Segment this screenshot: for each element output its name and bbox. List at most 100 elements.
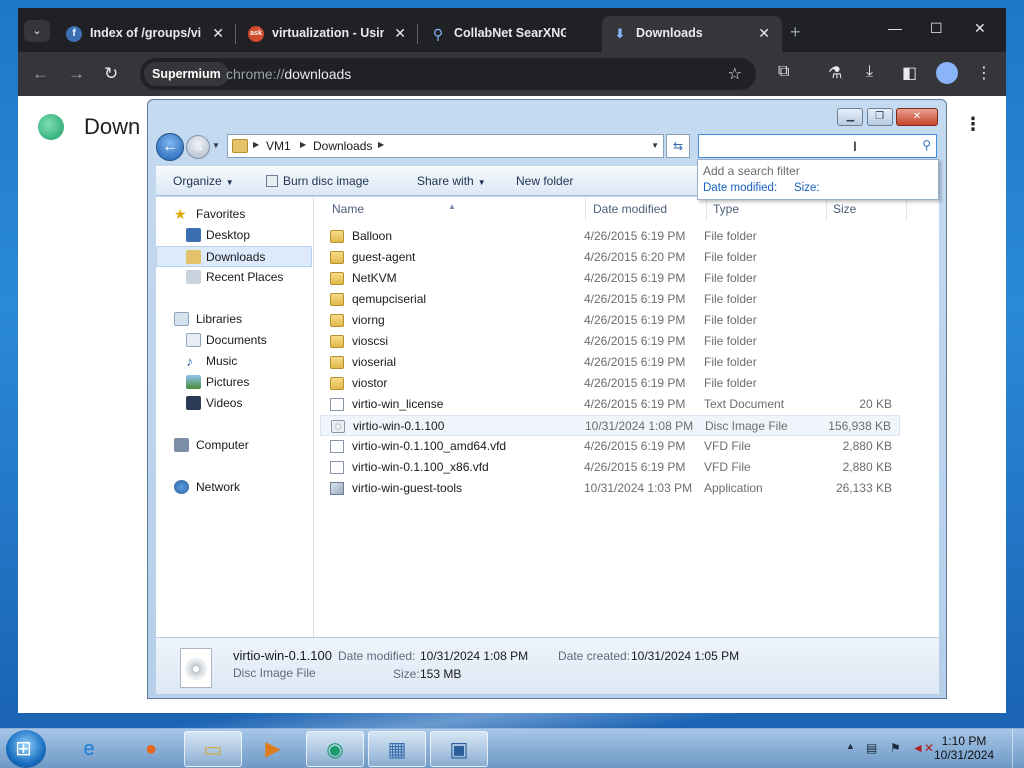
reload-icon[interactable]: ↻: [104, 64, 118, 84]
nav-downloads[interactable]: Downloads: [156, 246, 312, 267]
media-player-icon[interactable]: ▶: [244, 731, 302, 767]
filter-date-modified[interactable]: Date modified:: [703, 182, 777, 194]
network-tray-icon[interactable]: ▤: [866, 741, 877, 755]
supermium-taskbar-icon[interactable]: ◉: [306, 731, 364, 767]
folder-file-icon: [330, 251, 344, 264]
file-row[interactable]: vioserial 4/26/2015 6:19 PM File folder: [320, 352, 900, 373]
file-row[interactable]: virtio-win-0.1.100_x86.vfd 4/26/2015 6:19…: [320, 457, 900, 478]
maximize-icon[interactable]: ❐: [866, 108, 893, 126]
file-row[interactable]: virtio-win_license 4/26/2015 6:19 PM Text …: [320, 394, 900, 415]
recent-pages-dropdown-icon[interactable]: ▼: [212, 141, 220, 150]
search-input[interactable]: I ⚲: [698, 134, 937, 158]
nav-label: Favorites: [196, 207, 246, 221]
address-dropdown-icon[interactable]: ▼: [651, 141, 659, 150]
nav-music[interactable]: ♪ Music: [156, 351, 312, 372]
doc-file-icon: [330, 440, 344, 453]
file-row[interactable]: virtio-win-guest-tools 10/31/2024 1:03 PM…: [320, 478, 900, 499]
close-icon[interactable]: ✕: [394, 25, 406, 42]
file-row[interactable]: virtio-win-0.1.100_amd64.vfd 4/26/2015 6:…: [320, 436, 900, 457]
show-desktop-button[interactable]: [1012, 729, 1024, 768]
tab-downloads[interactable]: ⬇ Downloads ✕: [602, 16, 782, 52]
close-icon[interactable]: ✕: [212, 25, 224, 42]
file-row[interactable]: qemupciserial 4/26/2015 6:19 PM File folde…: [320, 289, 900, 310]
file-row[interactable]: guest-agent 4/26/2015 6:20 PM File folder: [320, 247, 900, 268]
nav-libraries[interactable]: Libraries: [156, 309, 312, 330]
forward-arrow-icon[interactable]: →: [186, 135, 210, 159]
nav-pictures[interactable]: Pictures: [156, 372, 312, 393]
menu-dots-icon[interactable]: ⋮: [976, 63, 992, 83]
breadcrumb-vm1[interactable]: VM1: [266, 139, 291, 153]
downloads-icon[interactable]: ⤓: [866, 63, 873, 81]
minimize-icon[interactable]: —: [888, 20, 902, 36]
minimize-icon[interactable]: ▁: [837, 108, 864, 126]
tab-virtualization[interactable]: ask virtualization - Using ✕: [238, 16, 418, 52]
action-center-flag-icon[interactable]: ⚑: [890, 741, 901, 755]
refresh-icon[interactable]: ⇆: [666, 134, 690, 158]
extensions-icon[interactable]: ⧉: [778, 63, 789, 81]
share-with-button[interactable]: Share with ▼: [417, 174, 486, 188]
burn-disc-image-button[interactable]: Burn disc image: [266, 174, 369, 188]
file-row[interactable]: NetKVM 4/26/2015 6:19 PM File folder: [320, 268, 900, 289]
column-header-type[interactable]: Type: [707, 197, 827, 221]
remote-desktop-icon[interactable]: ▣: [430, 731, 488, 767]
profile-avatar-icon[interactable]: [936, 62, 958, 84]
nav-documents[interactable]: Documents: [156, 330, 312, 351]
close-window-icon[interactable]: ✕: [974, 20, 986, 37]
file-row[interactable]: virtio-win-0.1.100 10/31/2024 1:08 PM Disc…: [320, 415, 900, 436]
forward-icon[interactable]: →: [68, 64, 85, 84]
system-clock[interactable]: 1:10 PM 10/31/2024: [934, 734, 994, 762]
show-hidden-icons-icon[interactable]: ▲: [846, 741, 855, 751]
search-icon[interactable]: ⚲: [922, 138, 931, 152]
nav-favorites[interactable]: ★ Favorites: [156, 204, 312, 225]
file-date: 4/26/2015 6:20 PM: [584, 250, 686, 264]
tab-fedora-index[interactable]: f Index of /groups/virt ✕: [56, 16, 236, 52]
firefox-icon[interactable]: ●: [122, 731, 180, 767]
column-header-date[interactable]: Date modified: [587, 197, 707, 221]
nav-recent-places[interactable]: Recent Places: [156, 267, 312, 288]
doc-file-icon: [330, 461, 344, 474]
back-arrow-icon[interactable]: ←: [156, 133, 184, 161]
file-name: Balloon: [352, 229, 393, 243]
column-header-size[interactable]: Size: [827, 197, 907, 221]
new-folder-button[interactable]: New folder: [516, 174, 573, 188]
page-menu-icon[interactable]: ⋮: [964, 114, 982, 135]
file-explorer-icon[interactable]: ▭: [184, 731, 242, 767]
tab-search-button[interactable]: ⌄: [24, 20, 50, 42]
volume-muted-icon[interactable]: ◄✕: [912, 741, 934, 755]
internet-explorer-icon[interactable]: e: [60, 731, 118, 767]
back-icon[interactable]: ←: [32, 64, 49, 84]
details-created-value: 10/31/2024 1:05 PM: [631, 649, 740, 663]
file-row[interactable]: vioscsi 4/26/2015 6:19 PM File folder: [320, 331, 900, 352]
navigation-pane: ★ Favorites Desktop Downloads Recent Pla…: [156, 197, 314, 637]
breadcrumb-arrow-icon[interactable]: ▶: [300, 140, 306, 149]
browser-chip: Supermium: [144, 62, 229, 86]
file-row[interactable]: Balloon 4/26/2015 6:19 PM File folder: [320, 226, 900, 247]
computer-icon: [174, 438, 189, 452]
control-panel-icon[interactable]: ▦: [368, 731, 426, 767]
nav-network[interactable]: Network: [156, 477, 312, 498]
breadcrumb-arrow-icon[interactable]: ▶: [253, 140, 259, 149]
side-panel-icon[interactable]: ◧: [902, 63, 917, 83]
column-header-name[interactable]: Name ▲: [326, 197, 586, 221]
nav-videos[interactable]: Videos: [156, 393, 312, 414]
burn-label: Burn disc image: [283, 174, 370, 188]
nav-desktop[interactable]: Desktop: [156, 225, 312, 246]
breadcrumb-downloads[interactable]: Downloads: [313, 139, 372, 153]
omnibox[interactable]: Supermium chrome://downloads ☆: [140, 58, 756, 90]
filter-size[interactable]: Size:: [794, 182, 820, 194]
close-icon[interactable]: ✕: [896, 108, 938, 126]
maximize-icon[interactable]: ☐: [930, 20, 943, 37]
tab-searxng[interactable]: ⚲ CollabNet SearXNG: [420, 16, 600, 52]
nav-computer[interactable]: Computer: [156, 435, 312, 456]
details-file-kind: Disc Image File: [233, 666, 316, 680]
new-tab-button[interactable]: +: [790, 22, 801, 43]
labs-flask-icon[interactable]: ⚗: [828, 63, 842, 83]
file-row[interactable]: viorng 4/26/2015 6:19 PM File folder: [320, 310, 900, 331]
start-button[interactable]: [6, 730, 46, 768]
organize-button[interactable]: Organize ▼: [173, 174, 234, 188]
file-row[interactable]: viostor 4/26/2015 6:19 PM File folder: [320, 373, 900, 394]
close-icon[interactable]: ✕: [758, 25, 770, 42]
address-bar[interactable]: ▶ VM1 ▶ Downloads ▶ ▼: [227, 134, 664, 158]
bookmark-star-icon[interactable]: ☆: [728, 64, 742, 84]
breadcrumb-arrow-icon[interactable]: ▶: [378, 140, 384, 149]
